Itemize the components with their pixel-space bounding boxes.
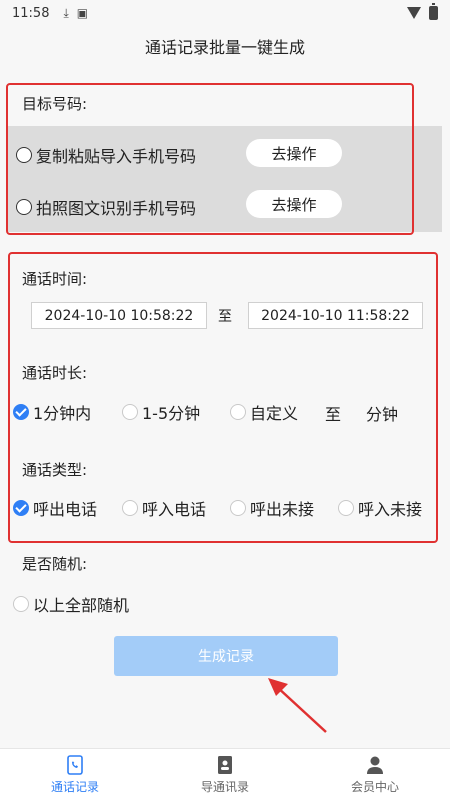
arrow-annotation-icon [268,678,327,733]
person-icon [367,756,383,774]
tab-import-contacts-label: 导通讯录 [200,779,249,794]
battery-icon [429,3,438,20]
tab-call-records[interactable]: 通话记录 [0,749,150,800]
tab-import-contacts[interactable]: 导通讯录 [150,749,300,800]
status-bar: 11:58 ⤓ ▣ [0,0,450,26]
generate-record-button[interactable]: 生成记录 [114,636,338,676]
contacts-book-icon [218,755,232,774]
notification-icon: ▣ [76,6,89,20]
target-highlight-box [6,83,414,235]
bottom-tab-bar: 通话记录 导通讯录 会员中心 [0,748,450,800]
random-label: 是否随机: [22,555,88,573]
phone-record-icon [67,754,83,775]
wifi-icon [407,7,421,19]
tab-call-records-label: 通话记录 [50,779,99,794]
status-time: 11:58 [12,5,50,21]
tab-member-center[interactable]: 会员中心 [300,749,450,800]
download-icon: ⤓ [63,5,69,20]
tab-member-center-label: 会员中心 [350,779,399,794]
random-all-option[interactable]: 以上全部随机 [13,592,129,616]
page-title: 通话记录批量一键生成 [144,38,305,57]
radio-button[interactable] [13,596,29,612]
call-settings-highlight-box [8,252,438,543]
arrow-shaft [275,685,327,733]
random-all-option-label: 以上全部随机 [33,596,130,615]
